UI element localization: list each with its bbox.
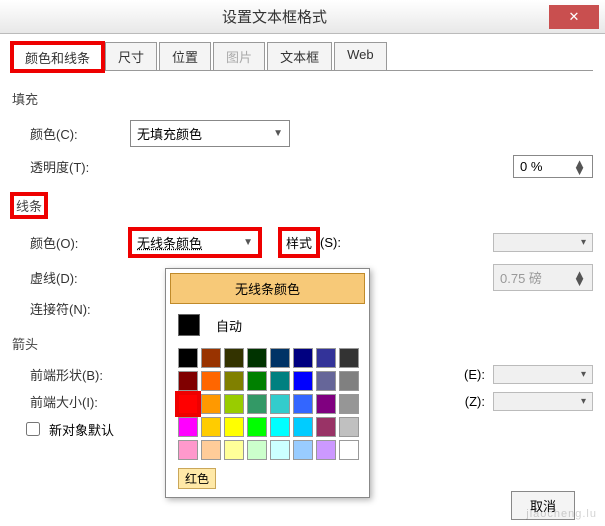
color-swatch[interactable] (224, 417, 244, 437)
color-picker-popup: 无线条颜色 自动 红色 (165, 268, 370, 498)
end-shape-combo[interactable]: ▾ (493, 365, 593, 384)
color-swatch[interactable] (316, 417, 336, 437)
color-swatch[interactable] (178, 394, 198, 414)
color-swatch[interactable] (247, 371, 267, 391)
color-swatch[interactable] (316, 394, 336, 414)
end-size-combo[interactable]: ▾ (493, 392, 593, 411)
color-swatch[interactable] (293, 417, 313, 437)
fill-color-label: 颜色(C): (30, 124, 130, 143)
tab-web[interactable]: Web (334, 42, 387, 70)
section-line: 线条 (12, 194, 46, 217)
color-swatch[interactable] (270, 440, 290, 460)
color-swatch[interactable] (224, 440, 244, 460)
color-swatch[interactable] (293, 440, 313, 460)
chevron-down-icon: ▾ (581, 396, 586, 407)
line-style-combo[interactable]: ▾ (493, 233, 593, 252)
fill-color-value: 无填充颜色 (137, 124, 202, 143)
line-color-label: 颜色(O): (30, 233, 130, 252)
begin-size-label: 前端大小(I): (30, 392, 150, 411)
transparency-label: 透明度(T): (30, 157, 130, 176)
color-swatch[interactable] (178, 417, 198, 437)
swatch-grid (170, 344, 365, 464)
fill-color-combo[interactable]: 无填充颜色 ▼ (130, 120, 290, 147)
color-swatch[interactable] (270, 394, 290, 414)
connector-label: 连接符(N): (30, 299, 130, 318)
color-swatch[interactable] (293, 348, 313, 368)
weight-spinner[interactable]: 0.75 磅 ▲▼ (493, 264, 593, 291)
color-swatch[interactable] (339, 348, 359, 368)
color-swatch[interactable] (224, 348, 244, 368)
color-swatch[interactable] (339, 371, 359, 391)
color-swatch[interactable] (224, 371, 244, 391)
color-swatch[interactable] (316, 371, 336, 391)
line-style-label: 样式 (280, 229, 318, 256)
tab-color-lines[interactable]: 颜色和线条 (12, 43, 103, 71)
spinner-arrows-icon: ▲▼ (573, 160, 586, 174)
chevron-down-icon: ▼ (243, 237, 253, 248)
color-swatch[interactable] (201, 440, 221, 460)
color-swatch[interactable] (247, 394, 267, 414)
window-title: 设置文本框格式 (0, 6, 549, 27)
titlebar: 设置文本框格式 ✕ (0, 0, 605, 34)
color-swatch[interactable] (247, 440, 267, 460)
color-swatch[interactable] (316, 440, 336, 460)
color-swatch[interactable] (247, 348, 267, 368)
color-swatch[interactable] (201, 417, 221, 437)
color-swatch[interactable] (224, 394, 244, 414)
line-color-value: 无线条颜色 (137, 233, 202, 252)
color-swatch[interactable] (339, 417, 359, 437)
color-swatch[interactable] (270, 371, 290, 391)
color-swatch[interactable] (293, 394, 313, 414)
tab-position[interactable]: 位置 (159, 42, 211, 70)
color-swatch[interactable] (201, 348, 221, 368)
color-swatch[interactable] (270, 417, 290, 437)
auto-label: 自动 (216, 316, 242, 335)
transparency-spinner[interactable]: 0 % ▲▼ (513, 155, 593, 178)
dash-label: 虚线(D): (30, 268, 130, 287)
tab-picture[interactable]: 图片 (213, 42, 265, 70)
line-color-combo[interactable]: 无线条颜色 ▼ (130, 229, 260, 256)
color-swatch[interactable] (178, 371, 198, 391)
color-swatch[interactable] (178, 348, 198, 368)
cancel-button[interactable]: 取消 (511, 491, 575, 520)
selected-color-name: 红色 (178, 468, 216, 489)
transparency-value: 0 % (520, 159, 542, 174)
close-button[interactable]: ✕ (549, 5, 599, 29)
color-swatch[interactable] (270, 348, 290, 368)
color-swatch[interactable] (293, 371, 313, 391)
new-default-checkbox[interactable] (26, 422, 40, 436)
section-arrows: 箭头 (12, 334, 38, 353)
spinner-arrows-icon: ▲▼ (573, 271, 586, 285)
chevron-down-icon: ▾ (581, 237, 586, 248)
chevron-down-icon: ▼ (273, 128, 283, 139)
chevron-down-icon: ▾ (581, 369, 586, 380)
begin-shape-label: 前端形状(B): (30, 365, 150, 384)
color-swatch[interactable] (316, 348, 336, 368)
auto-swatch-icon (178, 314, 200, 336)
auto-color-row[interactable]: 自动 (170, 310, 365, 344)
end-size-suffix: (Z): (465, 394, 485, 409)
color-swatch[interactable] (339, 440, 359, 460)
popup-header[interactable]: 无线条颜色 (170, 273, 365, 304)
section-fill: 填充 (12, 89, 38, 108)
tab-textbox[interactable]: 文本框 (267, 42, 332, 70)
new-default-label: 新对象默认 (49, 420, 114, 439)
weight-value: 0.75 磅 (500, 268, 542, 287)
color-swatch[interactable] (201, 371, 221, 391)
color-swatch[interactable] (178, 440, 198, 460)
color-swatch[interactable] (339, 394, 359, 414)
tab-size[interactable]: 尺寸 (105, 42, 157, 70)
color-swatch[interactable] (247, 417, 267, 437)
end-shape-suffix: (E): (464, 367, 485, 382)
tab-strip: 颜色和线条 尺寸 位置 图片 文本框 Web (12, 42, 593, 71)
color-swatch[interactable] (201, 394, 221, 414)
line-style-suffix: (S): (320, 235, 341, 250)
